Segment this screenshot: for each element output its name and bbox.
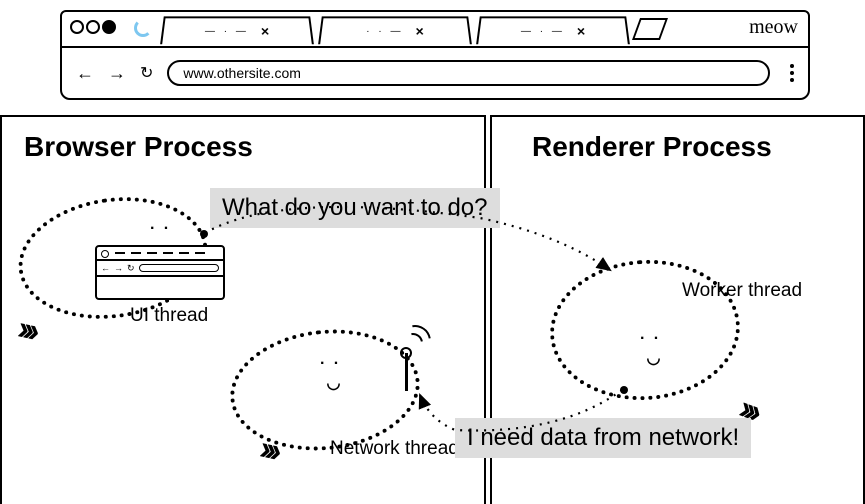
speech-bubble-question: What do you want to do?	[210, 188, 500, 228]
tab-title: — · —	[521, 26, 565, 37]
worker-thread-label: Worker thread	[682, 280, 802, 302]
traffic-light-close-icon[interactable]	[70, 20, 84, 34]
traffic-light-min-icon[interactable]	[86, 20, 100, 34]
speech-bubble-reply: I need data from network!	[455, 418, 751, 458]
menu-button[interactable]	[790, 64, 794, 82]
arrow-origin-dot	[620, 386, 628, 394]
mini-browser-icon: ←→↻	[95, 245, 225, 300]
renderer-process-title: Renderer Process	[532, 131, 863, 163]
tab-title: — · —	[205, 26, 249, 37]
toolbar: ← → ↻ www.othersite.com	[62, 48, 808, 98]
loading-spinner-icon	[134, 19, 152, 37]
tab-title: · · —	[366, 26, 404, 37]
browser-process-title: Browser Process	[24, 131, 484, 163]
tab-close-icon[interactable]: ×	[261, 23, 270, 39]
window-controls[interactable]	[70, 20, 116, 34]
traffic-light-max-icon[interactable]	[102, 20, 116, 34]
reload-button[interactable]: ↻	[140, 63, 153, 83]
tab-strip: — · — × · · — × — · — × meow	[62, 12, 808, 48]
antenna-icon	[395, 335, 425, 395]
browser-window: — · — × · · — × — · — × meow ← → ↻ www.o…	[60, 10, 810, 100]
tab-1[interactable]: — · — ×	[160, 16, 314, 44]
new-tab-button[interactable]	[632, 18, 668, 40]
tab-close-icon[interactable]: ×	[577, 23, 586, 39]
face-icon: · · ◡	[640, 330, 662, 368]
url-text: www.othersite.com	[183, 65, 300, 81]
tab-3[interactable]: — · — ×	[476, 16, 630, 44]
face-icon: · · ◡	[320, 355, 342, 393]
ui-thread-label: UI thread	[130, 305, 208, 327]
tab-close-icon[interactable]: ×	[415, 23, 424, 39]
back-button[interactable]: ←	[76, 63, 94, 84]
tab-2[interactable]: · · — ×	[318, 16, 472, 44]
brand-text: meow	[749, 16, 798, 39]
url-bar[interactable]: www.othersite.com	[167, 60, 770, 86]
network-thread-label: Network thread	[330, 438, 459, 460]
forward-button[interactable]: →	[108, 63, 126, 84]
arrow-origin-dot	[200, 230, 208, 238]
